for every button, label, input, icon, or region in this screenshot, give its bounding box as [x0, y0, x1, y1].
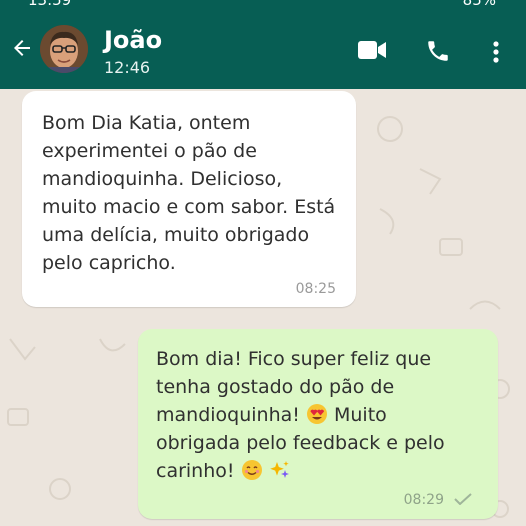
message-line: experimentei o pão de: [42, 140, 257, 162]
message-text: Bom dia! Fico super feliz que tenha gost…: [156, 345, 486, 485]
message-timestamp: 08:25: [295, 281, 336, 297]
message-line: carinho!: [156, 457, 486, 485]
message-timestamp: 08:29: [403, 492, 444, 508]
message-line: mandioquinha! Muito: [156, 401, 486, 429]
smiling-face-emoji: [241, 460, 262, 480]
more-vert-icon[interactable]: [488, 40, 504, 64]
message-line: pelo capricho.: [42, 252, 176, 274]
message-line: uma delícia, muito obrigado: [42, 224, 310, 246]
message-line: obrigada pelo feedback e pelo: [156, 432, 445, 454]
chat-header: João 12:46: [0, 10, 526, 89]
message-segment: mandioquinha!: [156, 404, 300, 426]
incoming-message-bubble[interactable]: Bom Dia Katia, ontem experimentei o pão …: [22, 91, 356, 307]
heart-eyes-emoji: [306, 404, 327, 424]
status-bar: 13:59 85%: [0, 0, 526, 10]
avatar[interactable]: [40, 25, 88, 73]
sparkles-emoji: [269, 461, 289, 478]
message-line: Bom Dia Katia, ontem: [42, 112, 251, 134]
message-line: tenha gostado do pão de: [156, 376, 395, 398]
video-call-icon[interactable]: [358, 40, 386, 60]
message-line: Bom dia! Fico super feliz que: [156, 348, 432, 370]
message-line: muito macio e com sabor. Está: [42, 196, 336, 218]
contact-name[interactable]: João: [104, 26, 162, 54]
voice-call-icon[interactable]: [425, 38, 451, 64]
status-time: 13:59: [28, 0, 72, 9]
message-text: Bom Dia Katia, ontem experimentei o pão …: [42, 109, 342, 277]
avatar-face-icon: [40, 25, 88, 73]
outgoing-message-bubble[interactable]: Bom dia! Fico super feliz que tenha gost…: [138, 329, 498, 519]
check-icon: [454, 493, 472, 505]
message-line: mandioquinha. Delicioso,: [42, 168, 283, 190]
message-segment: carinho!: [156, 460, 235, 482]
arrow-left-icon[interactable]: [8, 36, 36, 60]
message-list[interactable]: Bom Dia Katia, ontem experimentei o pão …: [0, 89, 526, 526]
last-seen: 12:46: [104, 58, 151, 77]
message-segment: Muito: [333, 404, 387, 426]
battery-level: 85%: [462, 0, 496, 9]
